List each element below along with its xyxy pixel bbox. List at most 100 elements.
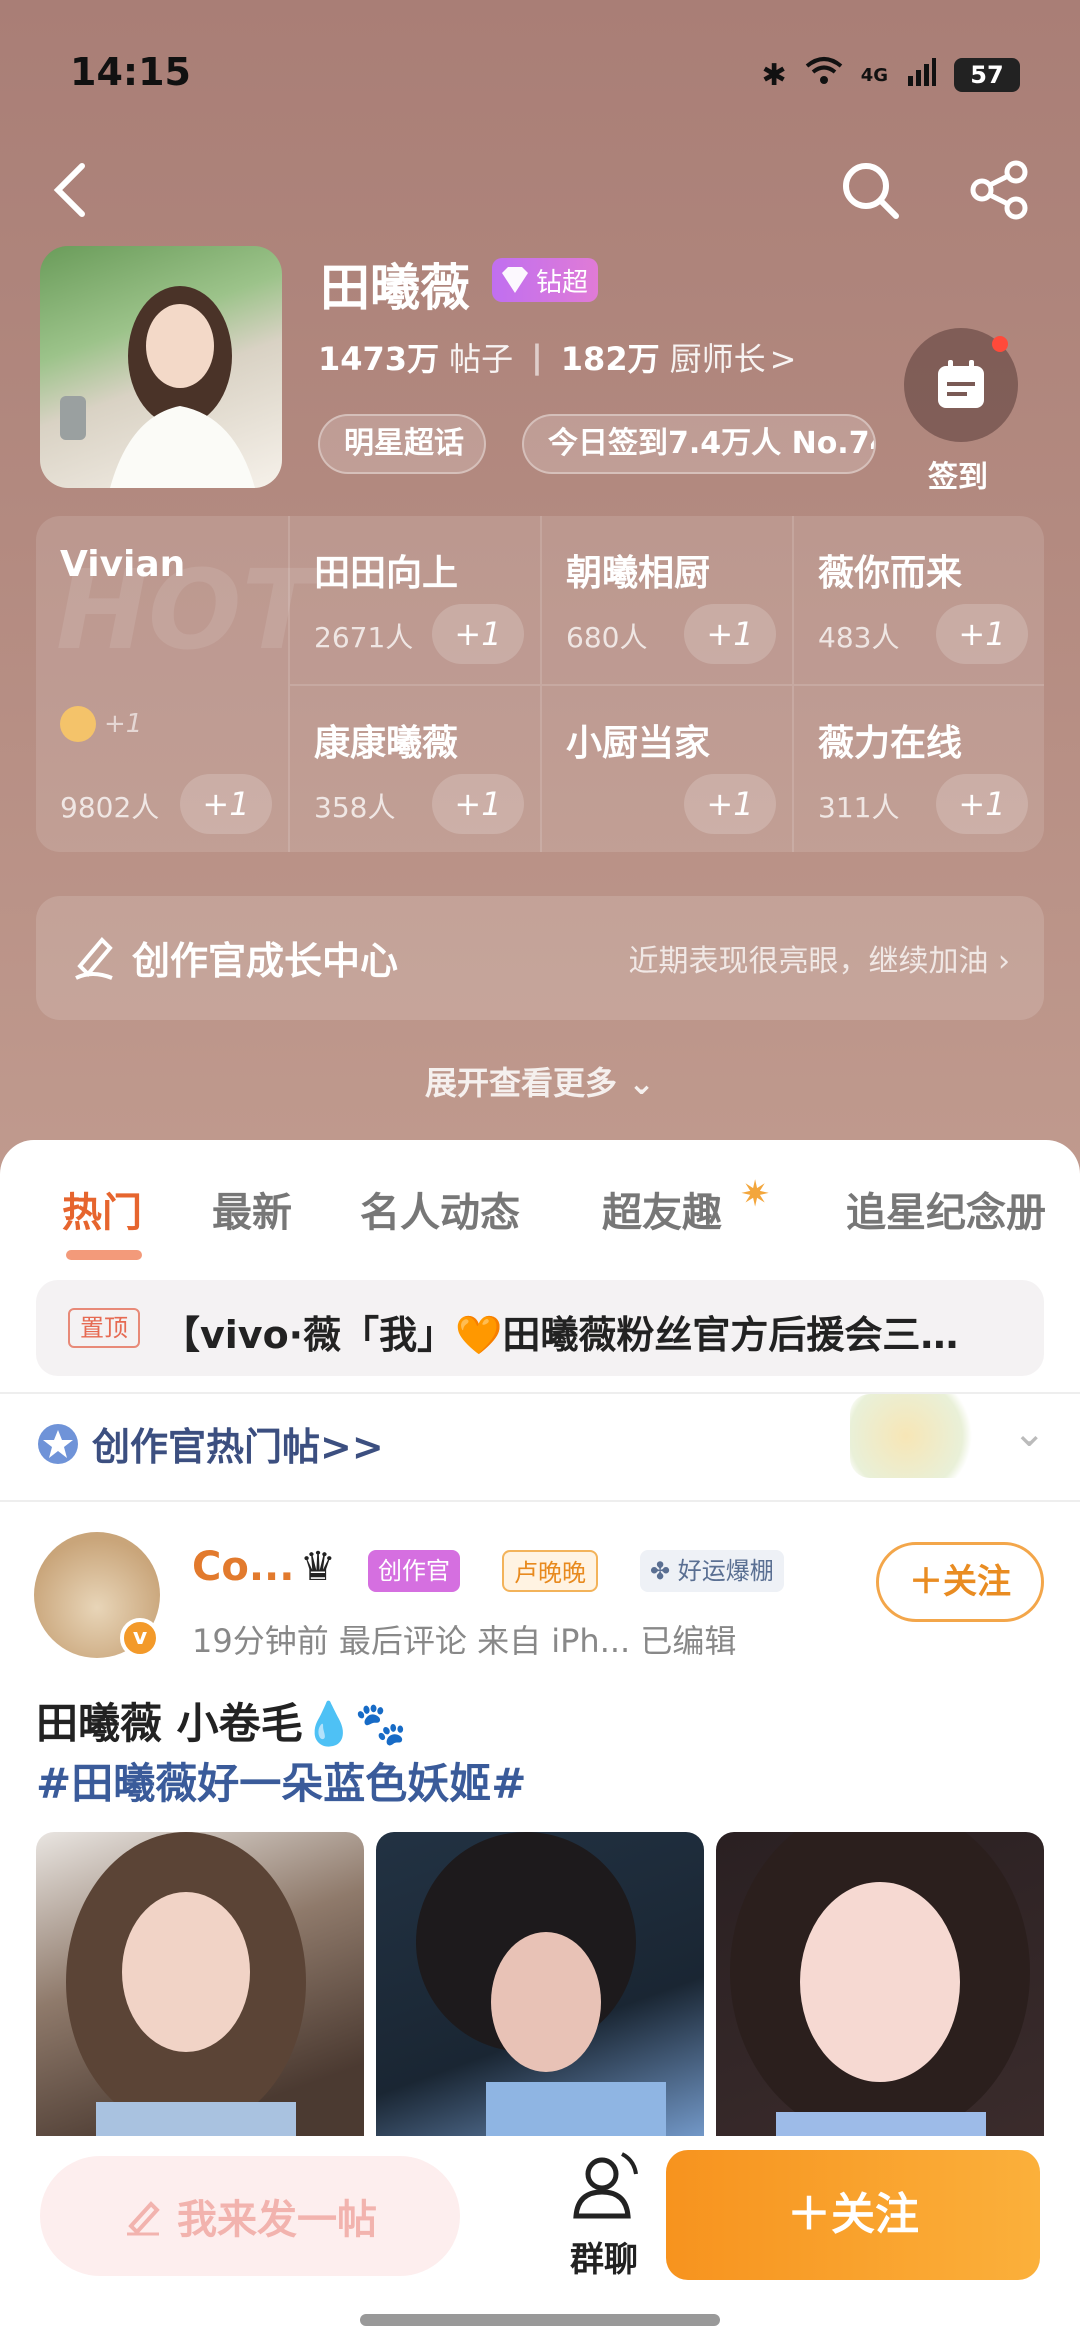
follow-topic-button[interactable]: ＋关注 xyxy=(666,2150,1040,2280)
creator-growth-center[interactable]: 创作官成长中心 近期表现很亮眼，继续加油 › xyxy=(36,896,1044,1020)
group-cell[interactable]: 康康曦薇 358人 +1 xyxy=(288,684,540,852)
creator-center-hint: 近期表现很亮眼，继续加油 › xyxy=(628,936,1010,980)
group-chat-icon xyxy=(573,2152,638,2219)
group-name: 薇力在线 xyxy=(818,723,963,764)
plus-one-button[interactable]: +1 xyxy=(432,774,524,834)
group-cell[interactable]: 小厨当家 +1 xyxy=(540,684,792,852)
checkin-label: 签到 xyxy=(928,460,988,495)
status-time: 14:15 xyxy=(70,50,191,94)
member-plus: +1 xyxy=(104,709,143,739)
group-count: 680人 xyxy=(566,621,648,654)
pinned-post[interactable]: 置顶 【vivo·薇「我」🧡田曦薇粉丝官方后援会三… xyxy=(36,1280,1044,1376)
home-indicator xyxy=(360,2314,720,2326)
post-image[interactable] xyxy=(376,1832,704,2152)
group-cell[interactable]: 朝曦相厨 680人 +1 xyxy=(540,516,792,684)
post-author-name[interactable]: Co... xyxy=(192,1544,294,1590)
posts-label: 帖子 xyxy=(449,340,514,378)
create-post-button[interactable]: 我来发一帖 xyxy=(40,2156,460,2276)
hot-posts-label: 创作官热门帖>> xyxy=(92,1425,384,1469)
bunny-sticker xyxy=(850,1394,990,1478)
expand-more-button[interactable]: 展开查看更多 ⌄ xyxy=(0,1058,1080,1104)
calendar-icon xyxy=(938,360,984,408)
group-chat-button[interactable]: 群聊 xyxy=(544,2146,664,2286)
top-nav xyxy=(30,150,1050,230)
group-name: 康康曦薇 xyxy=(314,723,459,764)
chevron-left-icon xyxy=(53,163,85,217)
pen-icon xyxy=(75,937,113,980)
plus-one-button[interactable]: +1 xyxy=(684,774,776,834)
post-image[interactable] xyxy=(36,1832,364,2152)
portrait-photo xyxy=(416,1832,666,2152)
badge-label: 钻超 xyxy=(536,267,589,298)
group-name: 小厨当家 xyxy=(566,723,711,764)
group-count: 9802人 xyxy=(60,791,160,824)
tab-latest[interactable]: 最新 xyxy=(212,1180,292,1238)
creator-badge: 创作官 xyxy=(368,1550,460,1592)
search-button[interactable] xyxy=(830,150,910,230)
member-avatar xyxy=(60,706,96,742)
chevron-down-icon[interactable]: ⌄ xyxy=(1012,1410,1046,1456)
pinned-text: 【vivo·薇「我」🧡田曦薇粉丝官方后援会三… xyxy=(162,1313,959,1357)
star-topic-pill[interactable]: 明星超话 xyxy=(318,414,486,474)
chevron-right-icon: > xyxy=(769,340,797,378)
pen-icon xyxy=(127,2201,160,2236)
plus-one-button[interactable]: +1 xyxy=(936,774,1028,834)
chevron-right-icon: › xyxy=(998,944,1010,979)
portrait-photo xyxy=(66,1832,306,2152)
group-count: 2671人 xyxy=(314,621,414,654)
plus-one-button[interactable]: +1 xyxy=(684,604,776,664)
group-name: 田田向上 xyxy=(314,553,459,594)
topic-header: 14:15 ✱ 4G 57 田曦薇 钻超 1473万 帖子 | 182万 厨师长… xyxy=(0,0,1080,1180)
battery-icon: 57 xyxy=(954,58,1020,92)
search-icon xyxy=(843,163,899,219)
divider xyxy=(0,1500,1080,1502)
tab-hot[interactable]: 热门 xyxy=(62,1180,142,1238)
featured-member: +1 xyxy=(60,706,142,742)
posts-stat: 1473万 帖子 xyxy=(318,334,513,380)
avatar-photo xyxy=(60,286,255,488)
topic-stats: 1473万 帖子 | 182万 厨师长 > xyxy=(318,334,796,380)
share-button[interactable] xyxy=(960,150,1040,230)
status-icons: ✱ 4G 57 xyxy=(762,56,1020,94)
post-image[interactable] xyxy=(716,1832,1044,2152)
group-name: Vivian xyxy=(60,544,186,585)
active-tab-indicator xyxy=(66,1250,142,1260)
signal-icon xyxy=(906,56,936,94)
post-topic-link[interactable]: #田曦薇好一朵蓝色妖姬# xyxy=(36,1750,526,1811)
group-count: 358人 xyxy=(314,791,396,824)
post-meta: 19分钟前 最后评论 来自 iPh... 已编辑 xyxy=(192,1622,737,1660)
checkin-button[interactable] xyxy=(904,328,1018,442)
chevron-down-icon: ⌄ xyxy=(628,1064,655,1102)
tab-star-album[interactable]: 追星纪念册 xyxy=(846,1180,1046,1238)
hint-text: 近期表现很亮眼，继续加油 xyxy=(628,944,989,979)
checkin-rank-pill[interactable]: 今日签到7.4万人 No.74 xyxy=(522,414,876,474)
group-cell[interactable]: 薇你而来 483人 +1 xyxy=(792,516,1044,684)
members-value: 182万 xyxy=(560,340,660,378)
expand-label: 展开查看更多 xyxy=(425,1064,618,1102)
network-label: 4G xyxy=(860,64,888,86)
plus-one-button[interactable]: +1 xyxy=(432,604,524,664)
plus-one-button[interactable]: +1 xyxy=(936,604,1028,664)
sparkle-star-icon: ✷ xyxy=(740,1174,771,1215)
post-author-avatar[interactable]: v xyxy=(34,1532,160,1658)
back-button[interactable] xyxy=(30,150,110,230)
create-post-label: 我来发一帖 xyxy=(177,2197,377,2243)
creator-hot-posts-link[interactable]: 创作官热门帖>> xyxy=(36,1416,384,1471)
pinned-tag: 置顶 xyxy=(68,1308,140,1348)
diamond-super-badge[interactable]: 钻超 xyxy=(492,258,599,302)
tab-super-fun[interactable]: 超友趣 xyxy=(602,1180,722,1238)
group-cell[interactable]: 薇力在线 311人 +1 xyxy=(792,684,1044,852)
diamond-icon xyxy=(502,267,528,293)
plus-one-button[interactable]: +1 xyxy=(180,774,272,834)
status-bar: 14:15 ✱ 4G 57 xyxy=(70,46,1020,106)
members-stat[interactable]: 182万 厨师长 > xyxy=(561,334,797,380)
follow-author-button[interactable]: ＋关注 xyxy=(876,1542,1044,1622)
star-badge-icon xyxy=(38,1423,78,1464)
page-title: 田曦薇 xyxy=(320,259,470,317)
members-label: 厨师长 xyxy=(669,340,766,378)
bluetooth-icon: ✱ xyxy=(761,57,787,93)
tab-celebrity[interactable]: 名人动态 xyxy=(360,1180,520,1238)
group-featured[interactable]: Vivian +1 9802人 +1 xyxy=(36,516,288,852)
topic-avatar[interactable] xyxy=(40,246,282,488)
group-cell[interactable]: 田田向上 2671人 +1 xyxy=(288,516,540,684)
